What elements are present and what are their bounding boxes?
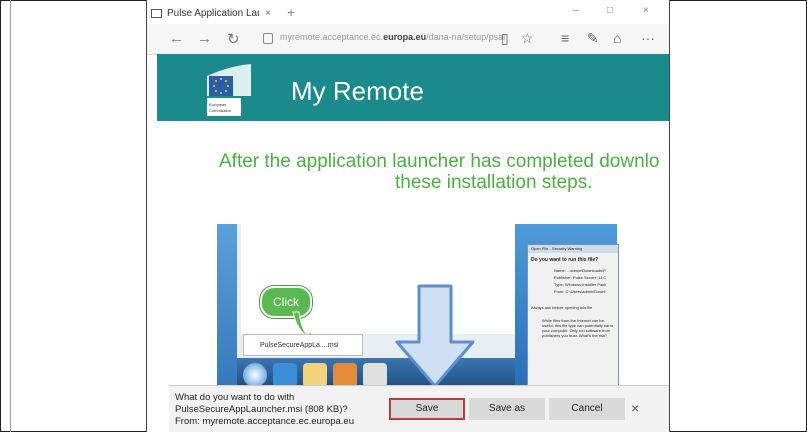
folder-icon [303, 363, 327, 387]
download-source: From: myremote.acceptance.ec.europa.eu [175, 416, 355, 427]
download-prompt-line1: What do you want to do with [175, 392, 295, 403]
dialog-from-row: From: C:\Users\admin\Downl [554, 289, 606, 294]
close-icon[interactable]: × [631, 400, 639, 416]
download-file-name: PulseSecureAppLauncher.msi (808 KB)? [175, 404, 348, 415]
european-commission-logo: European Commission [193, 62, 255, 118]
reading-view-icon[interactable]: ▯ [501, 30, 509, 47]
minimize-button[interactable]: – [573, 5, 579, 16]
hub-icon[interactable]: ≡ [561, 30, 569, 46]
favorite-star-icon[interactable]: ☆ [521, 30, 534, 47]
share-icon[interactable]: ⌂ [613, 30, 621, 46]
ie-icon [273, 363, 297, 387]
web-note-icon[interactable]: ✎ [587, 30, 599, 47]
media-icon [333, 363, 357, 387]
dialog-warning: While files from the Internet can be use… [542, 318, 613, 338]
left-divider [10, 0, 11, 432]
back-button[interactable]: ← [169, 30, 184, 47]
tab-close-icon[interactable]: × [265, 8, 271, 19]
download-item: PulseSecureAppLa....msi [243, 334, 363, 356]
refresh-button[interactable]: ↻ [227, 30, 240, 48]
svg-text:European: European [209, 102, 226, 107]
save-as-button[interactable]: Save as [469, 398, 545, 420]
more-icon[interactable]: ··· [641, 30, 655, 46]
dialog-type-row: Type: Windows Installer Pack [554, 282, 607, 287]
chrome-icon [363, 363, 387, 387]
page-icon [151, 8, 162, 18]
download-prompt: What do you want to do with PulseSecureA… [175, 392, 354, 428]
save-button[interactable]: Save [389, 398, 465, 420]
cancel-button[interactable]: Cancel [549, 398, 625, 420]
forward-button[interactable]: → [197, 30, 212, 47]
dialog-question: Do you want to run this file? [531, 257, 599, 263]
title-bar: Pulse Application Launc × + – □ × [147, 0, 669, 24]
dialog-publisher-row: Publisher: Pulse Secure, LLC [554, 275, 607, 280]
svg-text:Commission: Commission [209, 108, 231, 113]
close-window-button[interactable]: × [643, 5, 649, 16]
address-bar: ← → ↻ myremote.acceptance.ec.europa.eu/d… [147, 24, 669, 55]
down-arrow-icon [395, 284, 475, 388]
instruction-headline-2: these installation steps. [395, 172, 593, 193]
maximize-button[interactable]: □ [607, 5, 613, 16]
start-icon [243, 363, 267, 387]
browser-screenshot: Pulse Application Launc × + – □ × ← → ↻ … [146, 0, 670, 432]
dialog-title: Open File - Security Warning [528, 245, 618, 253]
browser-tab[interactable]: Pulse Application Launc × [151, 3, 283, 23]
page-banner: European Commission My Remote [157, 54, 669, 121]
url-field[interactable]: myremote.acceptance.ec.europa.eu/dana-na… [280, 32, 505, 42]
tab-title: Pulse Application Launc [167, 7, 259, 19]
dialog-name-row: Name: ...admin\Downloads\P [554, 268, 606, 273]
lock-icon [263, 33, 273, 44]
download-notification-bar: What do you want to do with PulseSecureA… [169, 385, 669, 432]
dialog-checkbox: Always ask before opening this file [531, 305, 593, 310]
security-warning-dialog: Open File - Security Warning Do you want… [527, 244, 619, 396]
new-tab-button[interactable]: + [287, 4, 295, 20]
instruction-headline: After the application launcher has compl… [219, 151, 660, 172]
page-title: My Remote [291, 76, 424, 106]
